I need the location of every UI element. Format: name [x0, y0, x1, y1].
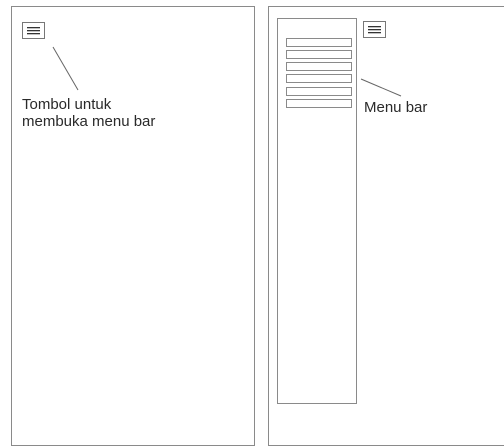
menu-bar-annotation: Menu bar: [364, 99, 428, 116]
sidebar-item[interactable]: [286, 50, 352, 59]
left-screen-frame: [11, 6, 255, 446]
annotation-line-1: Tombol untuk: [22, 96, 112, 113]
annotation-line-2: membuka menu bar: [22, 113, 156, 130]
menu-button-annotation: Tombol untuk membuka menu bar: [22, 96, 155, 130]
close-menu-button[interactable]: [363, 21, 386, 38]
sidebar-item[interactable]: [286, 87, 352, 96]
hamburger-menu-icon: [27, 27, 40, 35]
sidebar-item[interactable]: [286, 62, 352, 71]
hamburger-menu-icon: [368, 26, 381, 34]
sidebar-item[interactable]: [286, 74, 352, 83]
sidebar-item[interactable]: [286, 99, 352, 108]
open-menu-button[interactable]: [22, 22, 45, 39]
sidebar-item[interactable]: [286, 38, 352, 47]
